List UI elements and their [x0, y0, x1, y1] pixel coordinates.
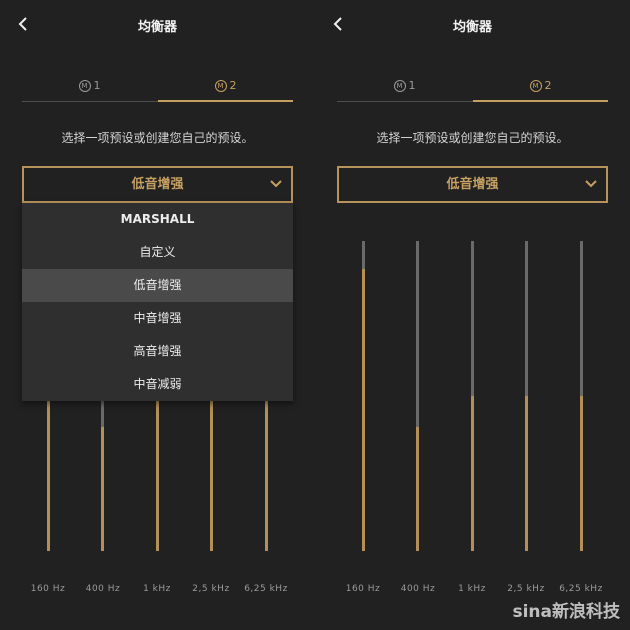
preset-option-mid-reduce[interactable]: 中音减弱: [22, 368, 293, 401]
marshall-m-icon: M: [393, 79, 406, 92]
eq-slider-fill: [210, 396, 213, 551]
eq-slider-fill: [580, 396, 583, 551]
eq-label-2-5khz: 2,5 kHz: [192, 584, 230, 594]
marshall-m-icon: M: [529, 79, 542, 92]
watermark: sina新浪科技: [512, 602, 620, 622]
equalizer-screen-right: 均衡器 M 1 M 2 选择一项预设或创建您自己的预设。 低音增强 160 Hz…: [315, 0, 630, 630]
eq-slider-2-5khz[interactable]: [525, 241, 528, 551]
eq-label-400hz: 400 Hz: [85, 584, 121, 594]
page-title: 均衡器: [137, 20, 177, 35]
eq-label-1khz: 1 kHz: [458, 584, 486, 594]
tab-bar: M 1 M 2: [22, 70, 293, 102]
tab-label: 1: [408, 79, 416, 92]
eq-label-6-25khz: 6,25 kHz: [244, 584, 288, 594]
eq-slider-fill: [265, 396, 268, 551]
tab-bar: M 1 M 2: [337, 70, 608, 102]
preset-select[interactable]: 低音增强: [22, 166, 293, 203]
eq-label-1khz: 1 kHz: [143, 584, 171, 594]
preset-select-value: 低音增强: [446, 177, 499, 192]
eq-slider-fill: [525, 396, 528, 551]
preset-option-custom[interactable]: 自定义: [22, 236, 293, 269]
marshall-m-icon: M: [214, 79, 227, 92]
eq-label-160hz: 160 Hz: [345, 584, 381, 594]
preset-select-value: 低音增强: [131, 177, 184, 192]
preset-option-marshall[interactable]: MARSHALL: [22, 203, 293, 236]
chevron-down-icon: [270, 180, 282, 188]
tab-m1[interactable]: M 1: [22, 70, 157, 101]
preset-option-bass-boost[interactable]: 低音增强: [22, 269, 293, 302]
eq-slider-fill: [362, 268, 365, 551]
marshall-m-icon: M: [78, 79, 91, 92]
tab-label: 2: [544, 79, 552, 92]
instruction-text: 选择一项预设或创建您自己的预设。: [376, 131, 569, 145]
eq-slider-fill: [416, 427, 419, 551]
preset-select[interactable]: 低音增强: [337, 166, 608, 203]
tab-label: 2: [229, 79, 237, 92]
preset-option-mid-boost[interactable]: 中音增强: [22, 302, 293, 335]
tab-m2[interactable]: M 2: [473, 70, 608, 102]
eq-slider-fill: [101, 427, 104, 551]
preset-dropdown-menu: MARSHALL 自定义 低音增强 中音增强 高音增强 中音减弱: [22, 203, 293, 401]
eq-label-2-5khz: 2,5 kHz: [507, 584, 545, 594]
eq-slider-400hz[interactable]: [416, 241, 419, 551]
equalizer-screen-left: 均衡器 M 1 M 2 选择一项预设或创建您自己的预设。 低音增强 MARSHA…: [0, 0, 315, 630]
eq-slider-fill: [156, 396, 159, 551]
eq-label-6-25khz: 6,25 kHz: [559, 584, 603, 594]
instruction-text: 选择一项预设或创建您自己的预设。: [61, 131, 254, 145]
tab-m2[interactable]: M 2: [158, 70, 293, 102]
eq-sliders: [315, 241, 630, 551]
chevron-down-icon: [585, 180, 597, 188]
eq-slider-160hz[interactable]: [362, 241, 365, 551]
page-title: 均衡器: [452, 20, 492, 35]
preset-option-treble-boost[interactable]: 高音增强: [22, 335, 293, 368]
eq-slider-fill: [471, 396, 474, 551]
tab-m1[interactable]: M 1: [337, 70, 472, 101]
eq-slider-6-25khz[interactable]: [580, 241, 583, 551]
eq-label-400hz: 400 Hz: [400, 584, 436, 594]
eq-slider-1khz[interactable]: [471, 241, 474, 551]
eq-label-160hz: 160 Hz: [30, 584, 66, 594]
tab-label: 1: [93, 79, 101, 92]
